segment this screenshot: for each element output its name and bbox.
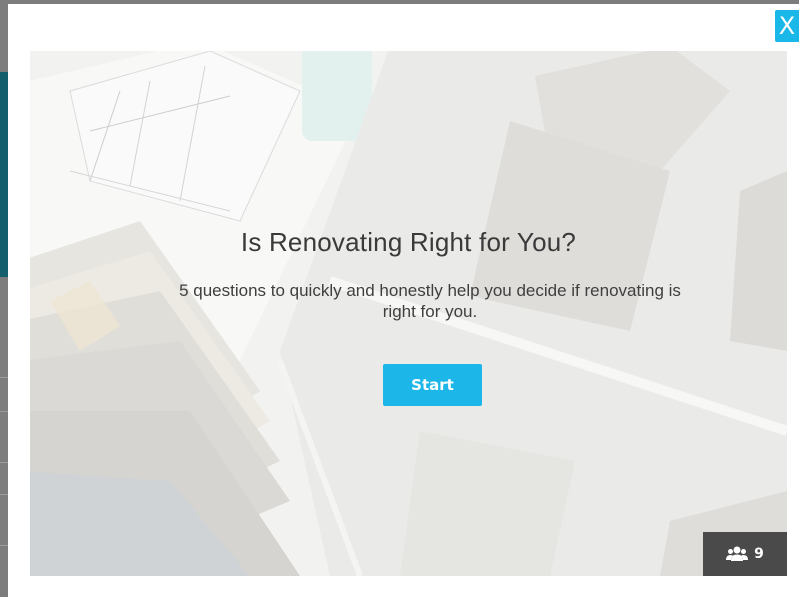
quiz-title: Is Renovating Right for You?	[240, 227, 577, 257]
participant-count-badge: 9	[703, 532, 787, 576]
quiz-subtitle: 5 questions to quickly and honestly help…	[179, 281, 681, 321]
start-button[interactable]: Start	[383, 364, 482, 406]
users-icon	[726, 546, 749, 561]
participant-count: 9	[754, 546, 764, 562]
close-button[interactable]: X	[775, 10, 799, 42]
quiz-modal: X Is Renovating Right for You? 5 questio…	[8, 4, 799, 597]
quiz-intro: Is Renovating Right for You? 5 questions…	[30, 51, 787, 576]
quiz-hero: Is Renovating Right for You? 5 questions…	[30, 51, 787, 576]
